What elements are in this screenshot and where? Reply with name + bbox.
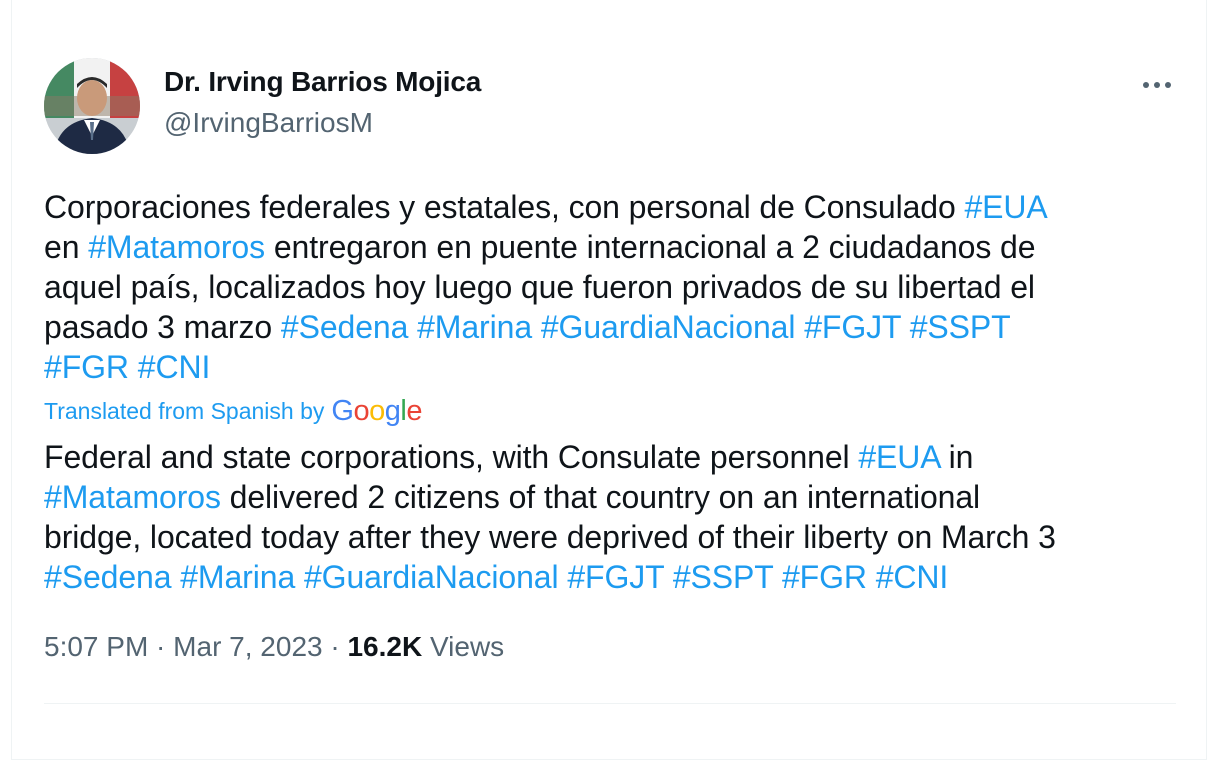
text-segment	[867, 559, 876, 595]
hashtag-link[interactable]: #FGR	[44, 349, 129, 385]
hashtag-link[interactable]: #Marina	[180, 559, 295, 595]
hashtag-link[interactable]: #Marina	[417, 309, 532, 345]
hashtag-link[interactable]: #Matamoros	[88, 229, 265, 265]
text-line: bridge, located today after they were de…	[44, 517, 1184, 557]
text-segment: en	[44, 229, 89, 265]
text-segment: pasado 3 marzo	[44, 309, 281, 345]
avatar[interactable]	[44, 58, 140, 154]
text-segment: bridge, located today after they were de…	[44, 519, 1056, 555]
text-segment	[295, 559, 304, 595]
text-line: aquel país, localizados hoy luego que fu…	[44, 267, 1184, 307]
hashtag-link[interactable]: #CNI	[138, 349, 211, 385]
tweet-date[interactable]: Mar 7, 2023	[173, 631, 322, 662]
hashtag-link[interactable]: #SSPT	[673, 559, 773, 595]
hashtag-link[interactable]: #GuardiaNacional	[304, 559, 559, 595]
google-logo-letter: G	[331, 394, 354, 427]
meta-separator: ·	[148, 631, 174, 662]
ellipsis-icon	[1143, 82, 1171, 88]
views-count: 16.2K	[347, 631, 423, 662]
text-segment	[559, 559, 568, 595]
author-handle[interactable]: @IrvingBarriosM	[164, 107, 373, 139]
text-segment	[129, 349, 138, 385]
text-line: Federal and state corporations, with Con…	[44, 437, 1184, 477]
text-segment: delivered 2 citizens of that country on …	[220, 479, 981, 515]
text-segment: Federal and state corporations, with Con…	[44, 439, 859, 475]
tweet-original-text: Corporaciones federales y estatales, con…	[44, 187, 1184, 387]
text-segment	[408, 309, 417, 345]
tweet-time[interactable]: 5:07 PM	[44, 631, 148, 662]
more-options-button[interactable]	[1136, 68, 1178, 102]
hashtag-link[interactable]: #FGJT	[567, 559, 664, 595]
google-logo-letter: o	[353, 394, 370, 427]
hashtag-link[interactable]: #SSPT	[910, 309, 1011, 345]
text-segment	[795, 309, 804, 345]
text-segment: in	[939, 439, 974, 475]
google-logo-letter: e	[406, 394, 422, 427]
text-line: #Matamoros delivered 2 citizens of that …	[44, 477, 1184, 517]
hashtag-link[interactable]: #EUA	[858, 439, 940, 475]
text-segment	[773, 559, 782, 595]
text-segment: entregaron en puente internacional a 2 c…	[265, 229, 1036, 265]
hashtag-link[interactable]: #Matamoros	[44, 479, 221, 515]
hashtag-link[interactable]: #FGJT	[804, 309, 901, 345]
text-line: pasado 3 marzo #Sedena #Marina #GuardiaN…	[44, 307, 1184, 347]
author-name[interactable]: Dr. Irving Barrios Mojica	[164, 66, 481, 98]
hashtag-link[interactable]: #CNI	[876, 559, 949, 595]
text-line: #FGR #CNI	[44, 347, 1184, 387]
views-label: Views	[429, 631, 505, 662]
text-line: Corporaciones federales y estatales, con…	[44, 187, 1184, 227]
profile-photo	[44, 58, 140, 154]
hashtag-link[interactable]: #EUA	[964, 189, 1047, 225]
text-segment	[901, 309, 910, 345]
text-segment	[171, 559, 180, 595]
text-segment: Corporaciones federales y estatales, con…	[44, 189, 965, 225]
google-logo: Google	[331, 395, 422, 428]
hashtag-link[interactable]: #GuardiaNacional	[541, 309, 796, 345]
text-line: en #Matamoros entregaron en puente inter…	[44, 227, 1184, 267]
text-line: #Sedena #Marina #GuardiaNacional #FGJT #…	[44, 557, 1184, 597]
tweet-metadata: 5:07 PM · Mar 7, 2023 · 16.2K Views	[44, 631, 504, 663]
divider	[44, 703, 1176, 704]
google-logo-letter: g	[384, 394, 401, 427]
hashtag-link[interactable]: #Sedena	[44, 559, 172, 595]
translation-attribution[interactable]: Translated from Spanish by Google	[44, 393, 422, 429]
meta-separator: ·	[322, 631, 348, 662]
hashtag-link[interactable]: #FGR	[782, 559, 867, 595]
google-logo-letter: o	[369, 394, 385, 427]
text-segment	[664, 559, 673, 595]
hashtag-link[interactable]: #Sedena	[281, 309, 409, 345]
translated-from-label: Translated from Spanish by	[44, 397, 325, 424]
tweet-translated-text: Federal and state corporations, with Con…	[44, 437, 1184, 597]
text-segment: aquel país, localizados hoy luego que fu…	[44, 269, 1035, 305]
text-segment	[532, 309, 541, 345]
